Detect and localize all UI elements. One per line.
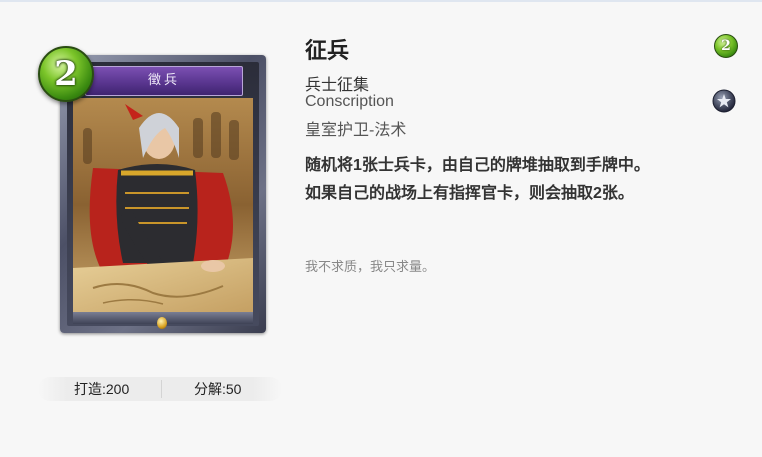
card-title: 征兵 (305, 38, 350, 63)
card-frame-title: 徵兵 (85, 66, 243, 96)
card-chinese-name: 兵士征集 (305, 77, 370, 94)
card-type-line: 皇室护卫-法术 (305, 122, 407, 139)
commander-portrait-illustration (73, 98, 253, 312)
card-description: 随机将1张士兵卡，由自己的牌堆抽取到手牌中。 如果自己的战场上有指挥官卡，则会抽… (305, 152, 725, 208)
card-english-name: Conscription (305, 93, 394, 110)
top-border (0, 0, 762, 2)
card-frame: 徵兵 (67, 62, 259, 326)
card-artwork (73, 98, 253, 312)
card-cost-orb: 2 (38, 46, 94, 102)
dismantle-value: 分解:50 (194, 381, 242, 397)
mana-cost-icon: 2 (714, 34, 738, 58)
card-flavor-text: 我不求质，我只求量。 (305, 259, 436, 274)
craft-stats-bar: 打造:200 分解:50 (38, 377, 282, 401)
card-image: 徵兵 (60, 55, 266, 333)
description-line: 随机将1张士兵卡，由自己的牌堆抽取到手牌中。 (305, 157, 650, 174)
stats-divider (161, 380, 162, 398)
card-gem-icon (157, 317, 167, 329)
craft-cost: 打造:200 (74, 381, 130, 397)
description-line: 如果自己的战场上有指挥官卡，则会抽取2张。 (305, 185, 634, 202)
star-badge-icon (712, 89, 736, 113)
